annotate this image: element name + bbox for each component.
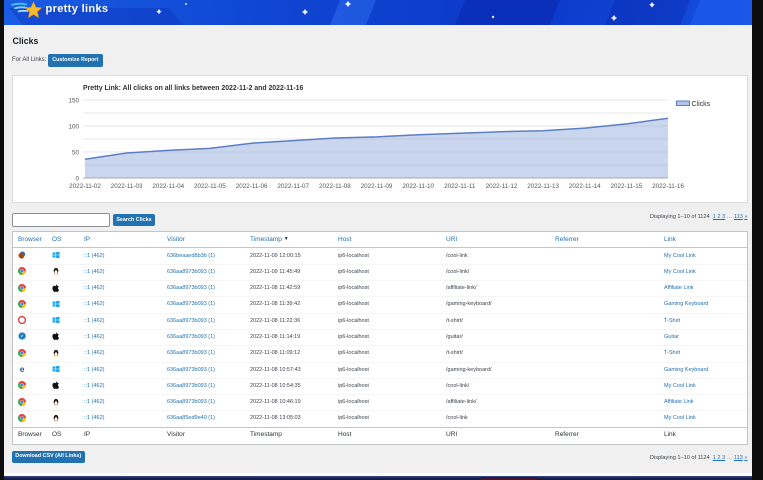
svg-text:Clicks: Clicks (691, 101, 710, 108)
svg-text:50: 50 (71, 149, 79, 156)
svg-text:2022-11-12: 2022-11-12 (485, 183, 517, 190)
svg-text:2022-11-06: 2022-11-06 (235, 183, 267, 190)
svg-text:2022-11-13: 2022-11-13 (527, 183, 559, 190)
svg-text:2022-11-10: 2022-11-10 (402, 183, 434, 190)
svg-text:2022-11-03: 2022-11-03 (110, 183, 142, 190)
svg-text:2022-11-09: 2022-11-09 (360, 183, 392, 190)
svg-text:100: 100 (68, 123, 79, 130)
svg-text:2022-11-05: 2022-11-05 (194, 183, 226, 190)
svg-text:2022-11-08: 2022-11-08 (319, 183, 351, 190)
svg-text:0: 0 (75, 175, 79, 182)
svg-text:2022-11-11: 2022-11-11 (444, 183, 476, 190)
svg-text:2022-11-15: 2022-11-15 (610, 183, 642, 190)
svg-text:2022-11-02: 2022-11-02 (69, 183, 101, 190)
svg-text:Pretty Link: All clicks on all: Pretty Link: All clicks on all links bet… (83, 85, 304, 92)
svg-text:e: e (20, 365, 25, 373)
svg-text:2022-11-04: 2022-11-04 (152, 183, 184, 190)
svg-text:150: 150 (68, 97, 79, 104)
svg-text:2022-11-07: 2022-11-07 (277, 183, 309, 190)
svg-text:2022-11-16: 2022-11-16 (652, 183, 684, 190)
svg-text:2022-11-14: 2022-11-14 (568, 183, 600, 190)
